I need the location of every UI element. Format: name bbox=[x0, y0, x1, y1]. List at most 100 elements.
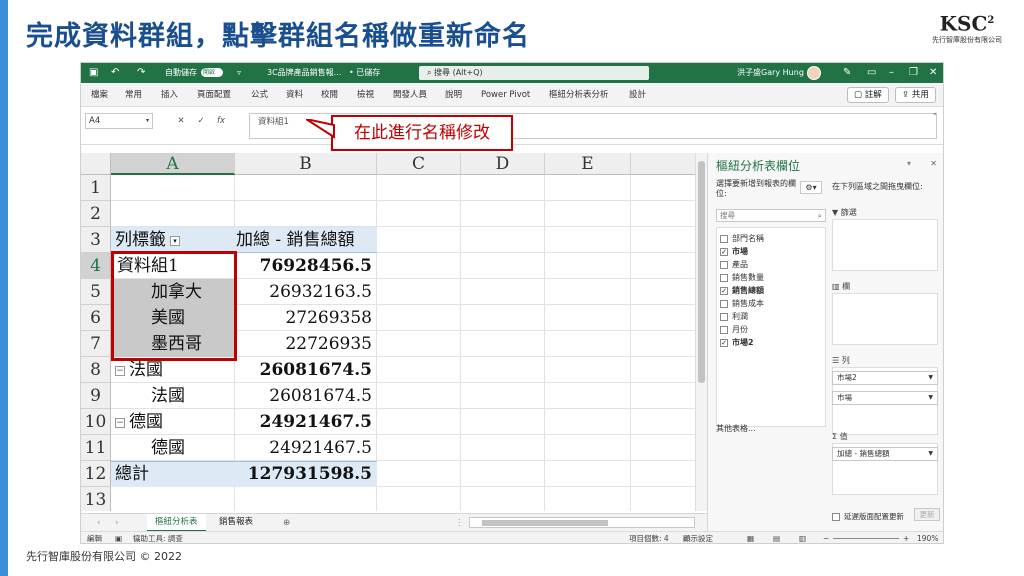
row-header-9[interactable]: 9 bbox=[81, 383, 111, 409]
sheet-tab-pivot[interactable]: 樞紐分析表 bbox=[147, 514, 206, 532]
row-header-5[interactable]: 5 bbox=[81, 279, 111, 305]
pivot-item-value[interactable]: 27269358 bbox=[236, 305, 376, 331]
vertical-scrollbar[interactable] bbox=[695, 153, 707, 511]
tab-review[interactable]: 校閱 bbox=[321, 83, 338, 107]
saved-status[interactable]: • 已儲存 bbox=[349, 63, 380, 83]
rows-area-item[interactable]: 市場 ▼ bbox=[832, 391, 938, 405]
pivot-item-value[interactable]: 22726935 bbox=[236, 331, 376, 357]
column-header-e[interactable]: E bbox=[545, 153, 631, 175]
more-options-icon[interactable]: ⋮ bbox=[455, 514, 464, 532]
pen-icon[interactable]: ✎ bbox=[843, 63, 851, 83]
pane-menu-icon[interactable]: ▾ bbox=[907, 159, 911, 168]
row-header-3[interactable]: 3 bbox=[81, 227, 111, 253]
tab-design[interactable]: 設計 bbox=[629, 83, 646, 107]
tab-home[interactable]: 常用 bbox=[125, 83, 142, 107]
row-header-11[interactable]: 11 bbox=[81, 435, 111, 461]
zoom-out-icon[interactable]: − bbox=[823, 532, 829, 543]
save-icon[interactable]: ▣ bbox=[89, 63, 98, 83]
minimize-icon[interactable]: – bbox=[889, 63, 894, 83]
macro-icon[interactable]: ▣ bbox=[115, 532, 122, 543]
pivot-item-value[interactable]: 26932163.5 bbox=[236, 279, 376, 305]
tab-developer[interactable]: 開發人員 bbox=[393, 83, 427, 107]
row-header-12[interactable]: 12 bbox=[81, 461, 111, 487]
pivot-item-value[interactable]: 24921467.5 bbox=[236, 435, 376, 461]
field-item[interactable]: 產品 bbox=[717, 258, 825, 271]
page-break-view-icon[interactable]: ▥ bbox=[799, 532, 806, 543]
values-area-item[interactable]: 加總 - 銷售總額 ▼ bbox=[832, 447, 938, 461]
undo-icon[interactable]: ↶ bbox=[111, 63, 119, 83]
chevron-down-icon[interactable]: ▼ bbox=[928, 372, 933, 384]
checkbox-icon[interactable] bbox=[720, 260, 728, 269]
column-header-f[interactable]: F bbox=[631, 153, 695, 175]
worksheet-grid[interactable]: A B C D E F 1 2 3 4 5 6 7 8 9 10 11 12 1… bbox=[81, 153, 695, 511]
pivot-item-value[interactable]: 26081674.5 bbox=[236, 383, 376, 409]
zoom-slider[interactable] bbox=[833, 538, 899, 539]
checkbox-icon[interactable] bbox=[832, 513, 840, 521]
ribbon-display-icon[interactable]: ▭ bbox=[867, 63, 876, 83]
cancel-icon[interactable]: ✕ bbox=[171, 113, 191, 129]
insert-function-icon[interactable]: fx bbox=[211, 113, 231, 129]
collapse-icon[interactable]: − bbox=[115, 365, 125, 376]
column-header-a[interactable]: A bbox=[111, 153, 235, 175]
filters-drop-area[interactable] bbox=[832, 219, 938, 271]
row-header-7[interactable]: 7 bbox=[81, 331, 111, 357]
row-header-13[interactable]: 13 bbox=[81, 487, 111, 511]
field-item[interactable]: 利潤 bbox=[717, 310, 825, 323]
user-name[interactable]: 洪子盛Gary Hung bbox=[737, 63, 804, 83]
zoom-in-icon[interactable]: + bbox=[903, 532, 909, 543]
rows-area-item[interactable]: 市場2 ▼ bbox=[832, 371, 938, 385]
customize-toolbar-icon[interactable]: ▿ bbox=[237, 63, 241, 83]
defer-update-option[interactable]: 延遲版面配置更新 bbox=[832, 511, 904, 522]
more-tables-link[interactable]: 其他表格... bbox=[716, 423, 756, 434]
pivot-group-value[interactable]: 26081674.5 bbox=[236, 357, 376, 383]
filter-dropdown-icon[interactable]: ▾ bbox=[170, 235, 180, 246]
tab-view[interactable]: 檢視 bbox=[357, 83, 374, 107]
tab-help[interactable]: 說明 bbox=[445, 83, 462, 107]
tab-page-layout[interactable]: 頁面配置 bbox=[197, 83, 231, 107]
pivot-total-value[interactable]: 127931598.5 bbox=[236, 461, 376, 487]
close-pane-icon[interactable]: ✕ bbox=[930, 159, 937, 168]
column-header-c[interactable]: C bbox=[377, 153, 461, 175]
expand-formula-bar-icon[interactable]: ˄ bbox=[933, 113, 937, 123]
tab-data[interactable]: 資料 bbox=[286, 83, 303, 107]
row-header-2[interactable]: 2 bbox=[81, 201, 111, 227]
horizontal-scrollbar[interactable] bbox=[469, 517, 695, 528]
comments-button[interactable]: ▢ 註解 bbox=[847, 87, 889, 103]
tab-formulas[interactable]: 公式 bbox=[251, 83, 268, 107]
pivot-group-row[interactable]: − 德國 bbox=[115, 409, 233, 435]
field-item[interactable]: 銷售數量 bbox=[717, 271, 825, 284]
tab-power-pivot[interactable]: Power Pivot bbox=[481, 83, 530, 107]
page-layout-view-icon[interactable]: ▤ bbox=[773, 532, 780, 543]
user-avatar[interactable] bbox=[807, 65, 821, 80]
pivot-group-value[interactable]: 24921467.5 bbox=[236, 409, 376, 435]
horizontal-scroll-thumb[interactable] bbox=[482, 520, 608, 526]
share-button[interactable]: ⇪ 共用 bbox=[895, 87, 936, 103]
field-item[interactable]: ✓ 市場2 bbox=[717, 336, 825, 349]
field-item[interactable]: 銷售成本 bbox=[717, 297, 825, 310]
checkbox-checked-icon[interactable]: ✓ bbox=[720, 286, 728, 295]
field-item[interactable]: ✓ 市場 bbox=[717, 245, 825, 258]
row-header-6[interactable]: 6 bbox=[81, 305, 111, 331]
row-header-10[interactable]: 10 bbox=[81, 409, 111, 435]
column-header-b[interactable]: B bbox=[235, 153, 377, 175]
chevron-down-icon[interactable]: ▼ bbox=[928, 448, 933, 460]
name-box[interactable]: A4 ▾ bbox=[85, 113, 153, 129]
field-search-input[interactable]: 搜尋 ⌕ bbox=[716, 209, 826, 222]
collapse-icon[interactable]: − bbox=[115, 417, 125, 428]
checkbox-icon[interactable] bbox=[720, 234, 728, 243]
row-header-1[interactable]: 1 bbox=[81, 175, 111, 201]
row-header-8[interactable]: 8 bbox=[81, 357, 111, 383]
next-sheet-icon[interactable]: › bbox=[115, 514, 118, 532]
tools-gear-icon[interactable]: ⚙▾ bbox=[800, 181, 822, 194]
pivot-value-header[interactable]: 加總 - 銷售總額 bbox=[236, 227, 376, 253]
search-box[interactable]: ⌕ 搜尋 (Alt+Q) bbox=[419, 66, 649, 80]
prev-sheet-icon[interactable]: ‹ bbox=[97, 514, 100, 532]
checkbox-checked-icon[interactable]: ✓ bbox=[720, 338, 728, 347]
update-button[interactable]: 更新 bbox=[914, 508, 940, 521]
row-header-4[interactable]: 4 bbox=[81, 253, 111, 279]
tab-pivottable-analyze[interactable]: 樞紐分析表分析 bbox=[549, 83, 609, 107]
field-item[interactable]: ✓ 銷售總額 bbox=[717, 284, 825, 297]
add-sheet-icon[interactable]: ⊕ bbox=[283, 514, 290, 532]
enter-icon[interactable]: ✓ bbox=[191, 113, 211, 129]
normal-view-icon[interactable]: ▦ bbox=[747, 532, 754, 543]
